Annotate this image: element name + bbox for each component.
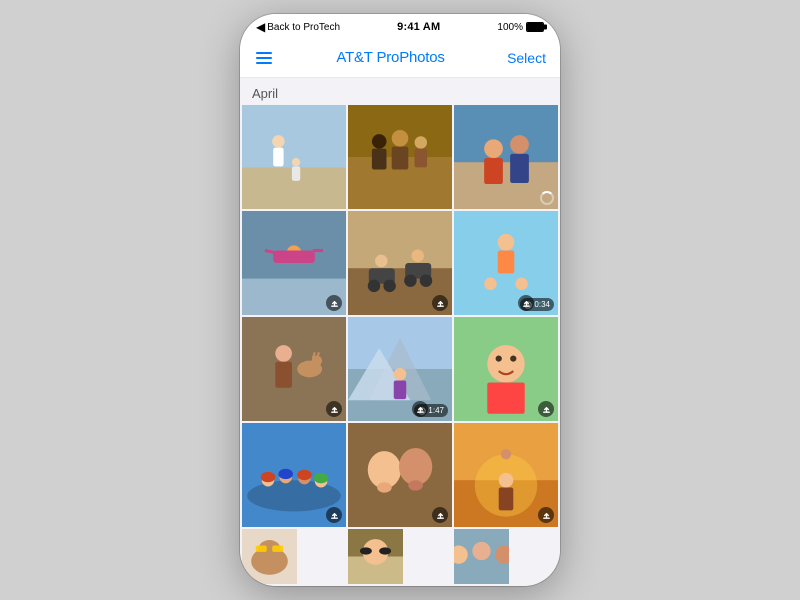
upload-badge bbox=[326, 401, 342, 417]
menu-button[interactable] bbox=[254, 50, 274, 66]
photo-cell[interactable] bbox=[242, 423, 346, 527]
photo-cell[interactable]: 1:47 bbox=[348, 317, 452, 421]
hamburger-line-2 bbox=[256, 57, 272, 59]
hamburger-line-1 bbox=[256, 52, 272, 54]
battery-percent: 100% bbox=[497, 22, 523, 33]
status-bar: ◀ Back to ProTech 9:41 AM 100% bbox=[240, 14, 560, 38]
photo-cell[interactable] bbox=[242, 105, 346, 209]
select-button[interactable]: Select bbox=[507, 50, 546, 66]
status-time: 9:41 AM bbox=[397, 21, 440, 33]
video-duration: 1:47 bbox=[428, 406, 444, 415]
battery-fill bbox=[527, 23, 543, 31]
upload-badge bbox=[412, 401, 428, 417]
upload-badge bbox=[432, 295, 448, 311]
upload-spinner bbox=[540, 191, 554, 205]
photo-cell[interactable] bbox=[348, 211, 452, 315]
photo-cell[interactable] bbox=[348, 529, 403, 584]
upload-badge bbox=[326, 507, 342, 523]
upload-badge bbox=[538, 401, 554, 417]
photo-cell[interactable] bbox=[348, 105, 452, 209]
video-duration: 0:34 bbox=[534, 300, 550, 309]
photo-cell[interactable] bbox=[454, 423, 558, 527]
month-label: April bbox=[240, 78, 560, 105]
upload-badge bbox=[326, 295, 342, 311]
back-label: Back to ProTech bbox=[267, 22, 340, 33]
photo-cell[interactable] bbox=[454, 317, 558, 421]
photo-cell[interactable] bbox=[242, 211, 346, 315]
status-back[interactable]: ◀ Back to ProTech bbox=[256, 20, 340, 34]
photo-cell[interactable] bbox=[242, 529, 297, 584]
partial-photo-row bbox=[240, 529, 560, 586]
photo-scene-15 bbox=[454, 529, 509, 584]
photo-scene-14 bbox=[348, 529, 403, 584]
content-area: April bbox=[240, 78, 560, 586]
upload-badge bbox=[518, 295, 534, 311]
back-chevron-icon: ◀ bbox=[256, 20, 265, 34]
photo-cell[interactable]: 0:34 bbox=[454, 211, 558, 315]
photo-cell[interactable] bbox=[454, 105, 558, 209]
photo-cell[interactable] bbox=[348, 423, 452, 527]
status-battery-area: 100% bbox=[497, 22, 544, 33]
hamburger-line-3 bbox=[256, 62, 272, 64]
upload-badge bbox=[538, 507, 554, 523]
photo-cell[interactable] bbox=[242, 317, 346, 421]
app-title: AT&T ProPhotos bbox=[336, 49, 444, 66]
photo-scene-13 bbox=[242, 529, 297, 584]
photo-scene-1 bbox=[242, 105, 346, 209]
photo-scene-2 bbox=[348, 105, 452, 209]
upload-badge bbox=[432, 507, 448, 523]
photo-grid: 0:34 bbox=[240, 105, 560, 529]
nav-bar: AT&T ProPhotos Select bbox=[240, 38, 560, 78]
photo-cell[interactable] bbox=[454, 529, 509, 584]
phone-frame: ◀ Back to ProTech 9:41 AM 100% AT&T ProP… bbox=[240, 14, 560, 586]
battery-icon bbox=[526, 22, 544, 32]
